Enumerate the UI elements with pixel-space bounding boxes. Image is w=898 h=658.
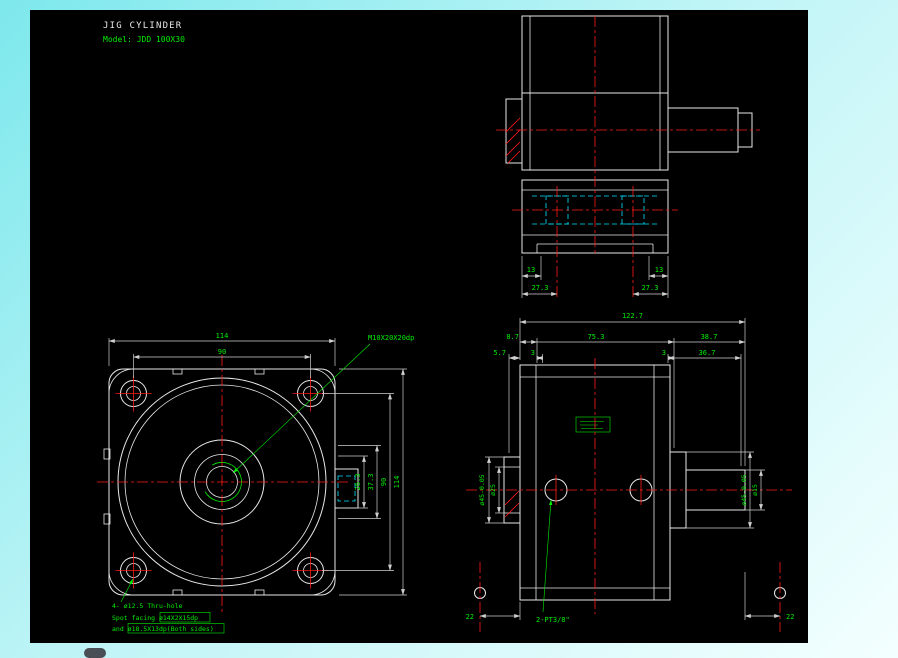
dim-total-122-7: 122.7: [622, 312, 643, 320]
dia-right-outer: ø45-0.05: [740, 474, 748, 505]
dim-75-3: 75.3: [588, 333, 605, 341]
cad-screenshot: JIG CYLINDER Model: JDD 100X30 13 13 27.…: [30, 10, 808, 658]
bottom-edge-artifact: [84, 648, 106, 658]
dim-8-7: 8.7: [506, 333, 519, 341]
dim-width-114: 114: [216, 332, 229, 340]
dim-36-7: 36.7: [699, 349, 716, 357]
dim-height-114: 114: [393, 476, 401, 489]
drawing-title: JIG CYLINDER: [103, 21, 182, 31]
dim-27-right: 27.3: [642, 284, 659, 292]
note-thru-hole: 4- ø12.5 Thru-hole: [112, 602, 183, 610]
drawing-model: Model: JDD 100X30: [103, 35, 185, 44]
dia-left-outer: ø45-0.05: [478, 474, 486, 505]
drawing-area: [30, 10, 808, 643]
dim-bolt-90-right: 90: [380, 478, 388, 486]
note-counterbore: and ø18.5X13dp(Both sides): [112, 625, 214, 633]
thread-callout: M10X20X20dp: [368, 334, 414, 342]
dim-5-7: 5.7: [493, 349, 506, 357]
dia-right-inner: ø15: [751, 484, 759, 496]
dim-3-right: 3: [662, 349, 666, 357]
dim-22-right: 22: [786, 613, 794, 621]
dim-bolt-90: 90: [218, 348, 226, 356]
port-callout: 2-PT3/8": [536, 616, 570, 624]
dim-22-left: 22: [466, 613, 474, 621]
dim-27-left: 27.3: [532, 284, 549, 292]
dim-26-3: 26.3: [354, 474, 362, 491]
dim-13-left: 13: [527, 266, 535, 274]
note-spot-facing: Spot facing ø14X2X15dp: [112, 614, 198, 622]
dim-13-right: 13: [655, 266, 663, 274]
dia-left-inner: ø25: [489, 484, 497, 496]
dim-38-7: 38.7: [701, 333, 718, 341]
dim-3-left: 3: [531, 349, 535, 357]
dim-37-3: 37.3: [367, 474, 375, 491]
